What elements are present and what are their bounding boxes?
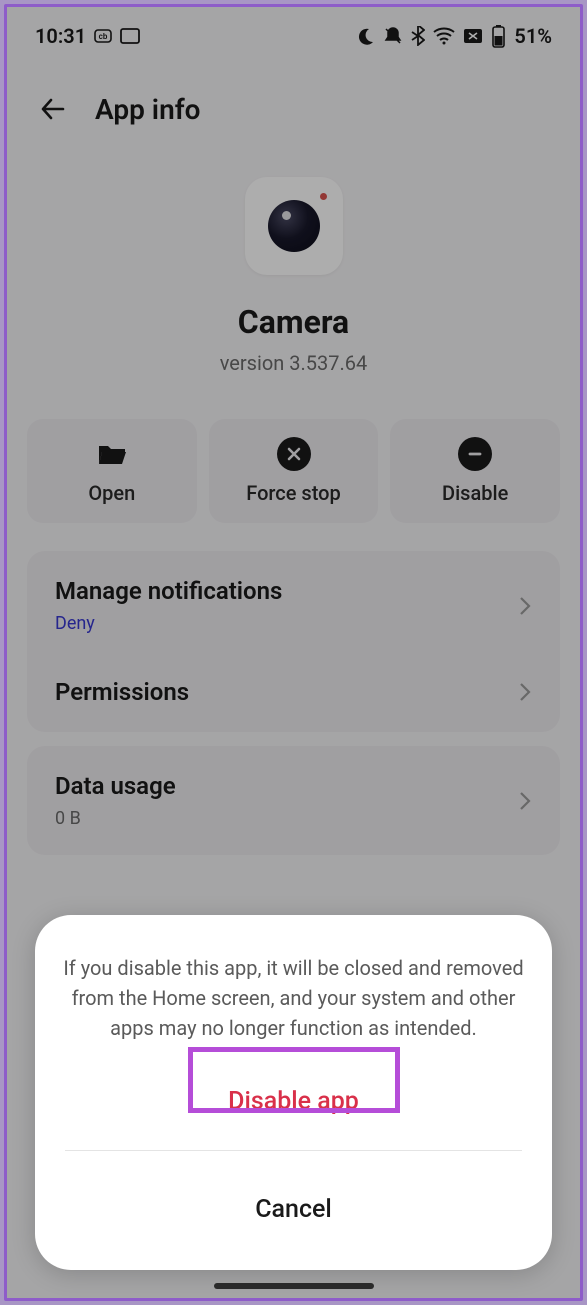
wifi-icon	[433, 27, 455, 45]
camera-lens-icon	[268, 200, 320, 252]
page-title: App info	[95, 93, 201, 126]
mute-icon	[383, 26, 403, 46]
data-usage-title: Data usage	[55, 772, 176, 800]
open-label: Open	[88, 481, 135, 505]
force-stop-label: Force stop	[246, 481, 340, 505]
bluetooth-icon	[411, 26, 425, 46]
data-usage-row[interactable]: Data usage 0 B	[27, 750, 560, 851]
disable-app-button[interactable]: Disable app	[61, 1071, 526, 1132]
chevron-right-icon	[518, 680, 532, 704]
manage-notifications-row[interactable]: Manage notifications Deny	[27, 555, 560, 656]
app-name: Camera	[238, 303, 349, 341]
back-button[interactable]	[35, 91, 71, 127]
divider	[65, 1150, 522, 1151]
cancel-button[interactable]: Cancel	[61, 1179, 526, 1240]
force-stop-button[interactable]: Force stop	[209, 419, 379, 523]
data-icon	[463, 28, 483, 44]
data-usage-value: 0 B	[55, 808, 176, 829]
status-bar: 10:31 cb 51%	[7, 7, 580, 61]
home-indicator[interactable]	[214, 1283, 374, 1289]
cast-icon	[120, 28, 140, 44]
dialog-message: If you disable this app, it will be clos…	[61, 953, 526, 1043]
folder-open-icon	[95, 437, 129, 471]
header: App info	[7, 61, 580, 147]
recording-dot-icon	[320, 193, 327, 200]
app-icon	[245, 177, 343, 275]
permissions-row[interactable]: Permissions	[27, 656, 560, 728]
battery-icon	[491, 24, 506, 48]
app-version: version 3.537.64	[220, 351, 368, 375]
disable-dialog: If you disable this app, it will be clos…	[35, 915, 552, 1270]
app-header: Camera version 3.537.64	[7, 147, 580, 405]
permissions-title: Permissions	[55, 678, 189, 706]
open-button[interactable]: Open	[27, 419, 197, 523]
chevron-right-icon	[518, 594, 532, 618]
arrow-left-icon	[37, 93, 69, 125]
moon-icon	[357, 27, 375, 45]
disable-label: Disable	[442, 481, 508, 505]
close-circle-icon	[277, 437, 311, 471]
status-icon-1: cb	[94, 27, 112, 45]
chevron-right-icon	[518, 789, 532, 813]
battery-percent: 51%	[514, 24, 552, 48]
disable-button[interactable]: Disable	[390, 419, 560, 523]
notifications-status: Deny	[55, 613, 282, 634]
status-time: 10:31	[35, 24, 86, 48]
svg-text:cb: cb	[99, 32, 108, 41]
notifications-title: Manage notifications	[55, 577, 282, 605]
minus-circle-icon	[458, 437, 492, 471]
